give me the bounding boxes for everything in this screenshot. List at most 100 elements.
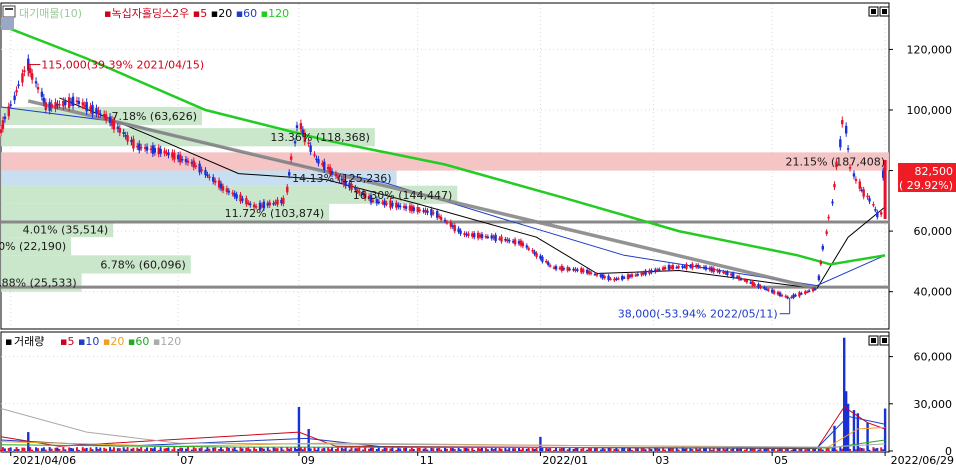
chart-settings-icon[interactable] <box>1 18 14 30</box>
candle-body <box>153 147 157 153</box>
candle-body <box>268 202 271 206</box>
candle-body <box>880 212 883 215</box>
price-tick-label: 120,000 <box>907 43 953 56</box>
volume-bar <box>83 448 86 451</box>
volume-bar <box>527 447 530 451</box>
volume-profile-label: 2.88% (25,533) <box>0 277 77 290</box>
candle-body <box>21 73 24 83</box>
candle-body <box>568 268 571 271</box>
volume-bar <box>613 448 616 451</box>
volume-panel: 030,00060,000 ▪ 거래량 ▪5 ▪10 ▪20 ▪60 ▪120 <box>0 331 952 458</box>
volume-bar <box>580 448 583 451</box>
last-price-change: ( 29.92%) <box>899 179 953 192</box>
candle-body <box>562 268 565 270</box>
volume-bar <box>704 448 707 451</box>
candle-body <box>617 278 620 280</box>
volume-bar <box>23 447 26 451</box>
candle-body <box>36 87 40 90</box>
volume-bar <box>70 447 73 451</box>
volume-bar <box>467 448 470 451</box>
volume-bar <box>323 447 326 451</box>
volume-bar <box>416 447 419 451</box>
volume-bar <box>268 449 271 451</box>
volume-bar <box>222 449 224 451</box>
candle-body <box>178 154 182 163</box>
candle-body <box>739 278 743 281</box>
minimize-panel-icon-mark <box>871 9 876 14</box>
volume-bar <box>56 447 59 451</box>
candle-body-last <box>883 159 887 219</box>
candle-body <box>732 273 735 279</box>
candle-body <box>595 273 599 276</box>
volume-bar <box>81 447 84 451</box>
volume-profile-label: 11.72% (103,874) <box>225 207 325 220</box>
volume-bar <box>280 447 283 451</box>
volume-bar <box>636 448 639 451</box>
volume-bar <box>249 449 252 451</box>
volume-profile-label: 6.78% (60,096) <box>100 258 186 271</box>
legend-toggle-icon[interactable] <box>2 5 16 18</box>
volume-bar <box>531 447 534 451</box>
candle-body <box>249 203 252 206</box>
volume-bar <box>821 449 824 451</box>
volume-bar <box>255 449 258 451</box>
last-price-box: 82,500 ( 29.92%) <box>898 163 956 192</box>
volume-bar <box>321 448 324 451</box>
volume-bar <box>245 447 248 451</box>
candle-body <box>527 248 530 250</box>
volume-bar <box>808 449 811 451</box>
volume-bar <box>194 448 197 451</box>
candle-body <box>745 280 749 283</box>
candle-body <box>794 294 797 297</box>
volume-bar <box>418 447 421 451</box>
volume-bar <box>144 449 147 451</box>
candle-body <box>77 100 81 105</box>
candle-body <box>473 233 476 238</box>
volume-bar <box>868 449 871 451</box>
volume-spike-bar <box>307 428 310 451</box>
candle-body <box>589 272 593 275</box>
volume-bar <box>50 448 53 451</box>
volume-bar <box>710 449 713 451</box>
volume-bar <box>167 447 170 451</box>
volume-bar <box>231 448 234 451</box>
volume-bar <box>44 449 47 451</box>
volume-bar <box>118 448 121 451</box>
date-tick-label: 07 <box>180 454 194 466</box>
candle-body <box>525 245 528 248</box>
candle-body <box>377 201 380 204</box>
candle-body <box>122 132 125 134</box>
volume-bar <box>218 448 221 451</box>
volume-bar <box>204 449 207 451</box>
candle-body <box>531 250 534 252</box>
legend-volume-profile-label: 대기매물(10) <box>19 7 82 20</box>
volume-bar <box>627 448 630 451</box>
candle-body <box>200 169 203 172</box>
price-legend: 대기매물(10) ▪녹십자홀딩스2우 ▪5 ▪20 ▪60 ▪120 <box>2 5 289 20</box>
candle-body <box>132 138 135 149</box>
candle-body <box>554 266 558 270</box>
candle-body <box>42 97 46 103</box>
volume-bar <box>342 448 345 451</box>
volume-bar <box>286 447 289 451</box>
candle-body <box>276 199 279 205</box>
candle-body <box>508 239 511 242</box>
volume-bar <box>862 448 865 451</box>
candle-body <box>418 209 421 212</box>
volume-legend-items: ▪5 ▪10 ▪20 ▪60 ▪120 <box>60 335 181 348</box>
candle-body <box>81 102 84 106</box>
volume-profile-label: 7.18% (63,626) <box>111 110 197 123</box>
candle-body <box>800 293 803 295</box>
volume-bar <box>841 448 844 451</box>
volume-bar <box>262 448 265 451</box>
candle-body <box>58 103 61 106</box>
volume-bar <box>463 447 466 451</box>
candle-body <box>23 70 26 73</box>
candle-body <box>767 289 770 291</box>
candle-body <box>71 96 75 107</box>
candle-body <box>412 207 416 211</box>
date-tick-label: 03 <box>655 454 669 466</box>
volume-bar <box>177 448 180 451</box>
candle-body <box>813 288 817 290</box>
volume-bar <box>362 449 365 451</box>
